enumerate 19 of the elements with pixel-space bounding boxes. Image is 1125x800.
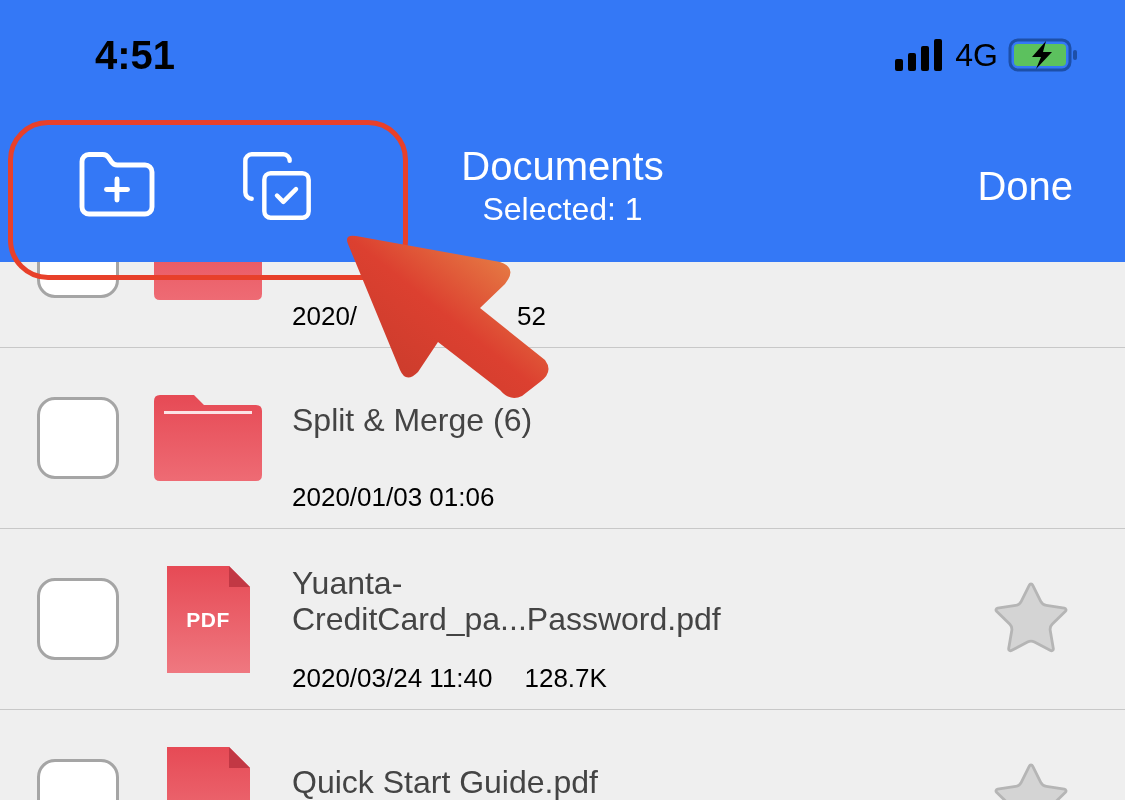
pdf-file-icon: [166, 565, 250, 673]
nav-title: Documents: [461, 143, 664, 189]
checkbox[interactable]: [37, 578, 119, 660]
done-button[interactable]: Done: [977, 156, 1073, 216]
file-type-label: PDF: [186, 607, 230, 634]
file-name[interactable]: Split & Merge (6): [292, 402, 772, 438]
file-date: 52: [517, 301, 546, 331]
checkbox[interactable]: [37, 397, 119, 479]
battery-charging-icon: [1008, 38, 1080, 72]
file-name[interactable]: Quick Start Guide.pdf: [292, 764, 772, 800]
clock-time: 4:51: [95, 32, 176, 79]
file-size: 128.7K: [524, 663, 607, 693]
file-name[interactable]: Yuanta-CreditCard_pa...Password.pdf: [292, 565, 772, 637]
file-date: 2020/: [292, 301, 358, 331]
selection-count: Selected: 1: [482, 190, 643, 229]
file-date: 2020/03/24 11:40: [292, 663, 493, 693]
file-date: 2020/01/03 01:06: [292, 482, 495, 512]
network-label: 4G: [955, 36, 998, 75]
folder-icon: [154, 395, 262, 481]
